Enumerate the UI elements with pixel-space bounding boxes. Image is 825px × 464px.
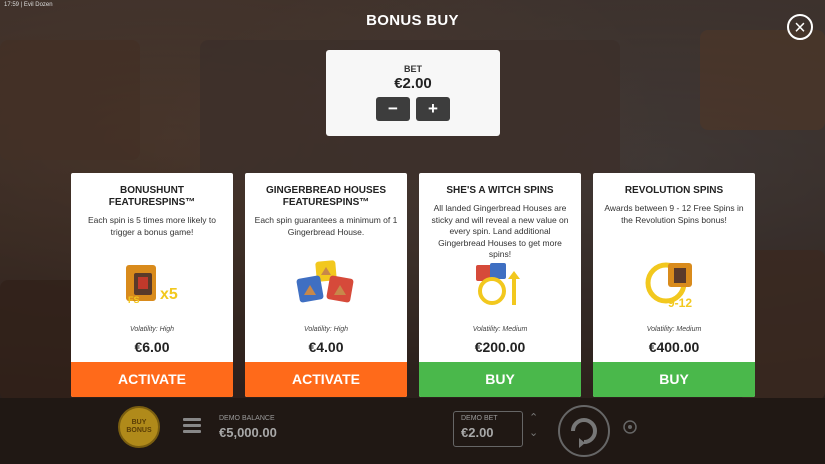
bet-label: BET [404, 64, 422, 74]
bet-panel: BET €2.00 − + [326, 50, 500, 136]
bonushunt-icon: x5 FS [126, 265, 178, 305]
chevron-up-icon[interactable]: ⌃ [529, 411, 538, 426]
activate-button[interactable]: ACTIVATE [71, 362, 233, 397]
demo-balance-value: €5,000.00 [219, 425, 277, 440]
card-description: All landed Gingerbread Houses are sticky… [431, 203, 569, 259]
menu-icon[interactable] [183, 418, 201, 436]
gingerbread-houses-card: GINGERBREAD HOUSES FEATURESPINS™ Each sp… [245, 173, 407, 397]
activate-button[interactable]: ACTIVATE [245, 362, 407, 397]
card-price: €400.00 [648, 339, 700, 355]
bonushunt-card: BONUSHUNT FEATURESPINS™ Each spin is 5 t… [71, 173, 233, 397]
card-price: €200.00 [474, 339, 526, 355]
card-title: SHE'S A WITCH SPINS [446, 185, 554, 196]
gingerbread-houses-icon [296, 260, 354, 303]
page-title: BONUS BUY [366, 12, 459, 29]
card-description: Each spin is 5 times more likely to trig… [87, 215, 217, 237]
volatility-label: Volatility: Medium [646, 326, 702, 333]
demo-bet-label: DEMO BET [461, 415, 498, 422]
status-bar: 17:59 | Evil Dozen [4, 2, 53, 8]
chevron-down-icon[interactable]: ⌄ [529, 426, 538, 441]
card-title: GINGERBREAD HOUSES FEATURESPINS™ [265, 185, 386, 208]
card-description: Awards between 9 - 12 Free Spins in the … [604, 203, 744, 225]
bet-value: €2.00 [394, 75, 432, 92]
witch-spins-card: SHE'S A WITCH SPINS All landed Gingerbre… [419, 173, 581, 397]
buy-button[interactable]: BUY [419, 362, 581, 397]
revolution-spins-card: REVOLUTION SPINS Awards between 9 - 12 F… [593, 173, 755, 397]
volatility-label: Volatility: Medium [472, 326, 528, 333]
buy-button[interactable]: BUY [593, 362, 755, 397]
card-price: €4.00 [308, 339, 344, 355]
increase-bet-button[interactable]: + [416, 97, 450, 121]
svg-text:FS: FS [128, 295, 140, 305]
decrease-bet-button[interactable]: − [376, 97, 410, 121]
svg-text:9-12: 9-12 [668, 296, 692, 310]
svg-text:x5: x5 [160, 286, 178, 303]
card-title: REVOLUTION SPINS [624, 185, 724, 196]
revolution-spins-icon: 9-12 [645, 262, 692, 310]
volatility-label: Volatility: High [303, 326, 349, 333]
card-description: Each spin guarantees a minimum of 1 Ging… [254, 215, 398, 237]
buy-bonus-button[interactable]: BUY BONUS [118, 406, 160, 448]
close-icon[interactable]: × [787, 14, 813, 40]
witch-spins-icon [476, 263, 520, 305]
bet-arrows[interactable]: ⌃ ⌄ [529, 411, 538, 441]
autoplay-icon[interactable] [622, 419, 638, 435]
demo-balance-label: DEMO BALANCE [219, 415, 275, 422]
card-price: €6.00 [134, 339, 170, 355]
spin-button[interactable] [557, 404, 611, 458]
volatility-label: Volatility: High [129, 326, 175, 333]
demo-bet-value: €2.00 [461, 425, 494, 440]
card-title: BONUSHUNT FEATURESPINS™ [108, 185, 196, 208]
